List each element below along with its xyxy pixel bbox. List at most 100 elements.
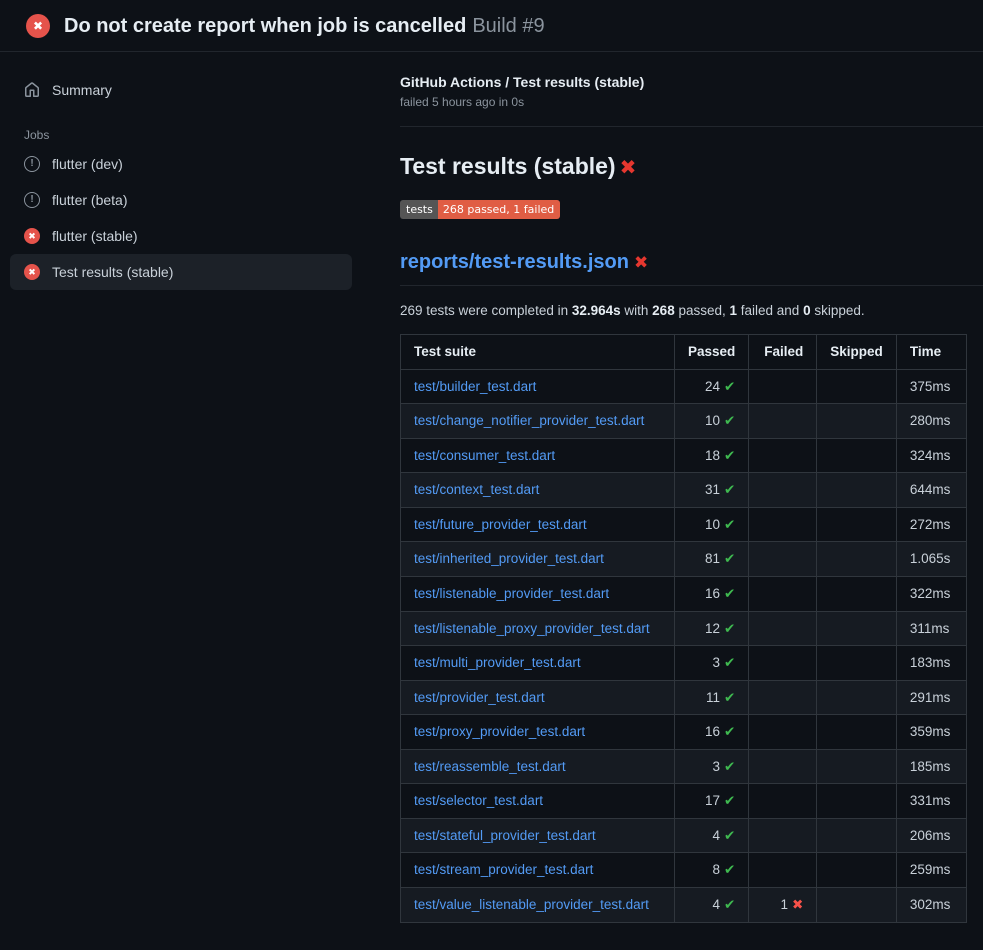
test-suite-link[interactable]: test/future_provider_test.dart [414, 517, 587, 532]
table-row: test/proxy_provider_test.dart16✔359ms [401, 715, 967, 750]
main-content: GitHub Actions / Test results (stable) f… [362, 52, 983, 923]
report-link[interactable]: reports/test-results.json [400, 251, 629, 273]
passed-cell: 4✔ [675, 818, 749, 853]
test-suite-link[interactable]: test/inherited_provider_test.dart [414, 551, 604, 566]
section-title-text: Test results (stable) [400, 153, 616, 179]
results-table-head: Test suitePassedFailedSkippedTime [401, 335, 967, 370]
passed-cell-count: 8 [712, 862, 720, 877]
skipped-cell [817, 818, 897, 853]
neutral-status-icon: ! [24, 156, 40, 172]
summary-passed-count: 268 [652, 303, 675, 318]
suite-cell: test/proxy_provider_test.dart [401, 715, 675, 750]
test-suite-link[interactable]: test/stream_provider_test.dart [414, 862, 593, 877]
divider [400, 126, 983, 127]
table-row: test/change_notifier_provider_test.dart1… [401, 404, 967, 439]
check-icon: ✔ [724, 448, 735, 463]
time-cell: 322ms [896, 576, 966, 611]
test-suite-link[interactable]: test/reassemble_test.dart [414, 759, 566, 774]
failed-cell [749, 611, 817, 646]
badge-label: tests [400, 200, 438, 219]
table-row: test/stream_provider_test.dart8✔259ms [401, 853, 967, 888]
check-icon: ✔ [724, 897, 735, 912]
section-title: Test results (stable)✖ [400, 153, 983, 180]
test-suite-link[interactable]: test/multi_provider_test.dart [414, 655, 581, 670]
test-suite-link[interactable]: test/provider_test.dart [414, 690, 545, 705]
test-suite-link[interactable]: test/listenable_proxy_provider_test.dart [414, 621, 650, 636]
test-suite-link[interactable]: test/context_test.dart [414, 482, 539, 497]
test-suite-link[interactable]: test/builder_test.dart [414, 379, 536, 394]
passed-cell-count: 16 [705, 586, 720, 601]
test-suite-link[interactable]: test/change_notifier_provider_test.dart [414, 413, 644, 428]
time-cell: 311ms [896, 611, 966, 646]
passed-cell: 4✔ [675, 888, 749, 923]
passed-cell: 18✔ [675, 438, 749, 473]
test-suite-link[interactable]: test/value_listenable_provider_test.dart [414, 897, 649, 912]
jobs-section-label: Jobs [24, 128, 352, 142]
check-run-page: ✖ Do not create report when job is cance… [0, 0, 983, 950]
sidebar-item-summary[interactable]: Summary [10, 72, 352, 108]
failed-cell [749, 680, 817, 715]
skipped-cell [817, 715, 897, 750]
summary-skipped-count: 0 [803, 303, 811, 318]
sidebar-item-label: Test results (stable) [52, 264, 173, 280]
x-glyph: ✖ [33, 19, 43, 33]
sidebar-item-flutter-beta[interactable]: ! flutter (beta) [10, 182, 352, 218]
suite-cell: test/multi_provider_test.dart [401, 646, 675, 681]
skipped-cell [817, 542, 897, 577]
sidebar-item-flutter-stable[interactable]: ✖ flutter (stable) [10, 218, 352, 254]
failed-cell [749, 369, 817, 404]
column-header-suite: Test suite [401, 335, 675, 370]
passed-cell: 12✔ [675, 611, 749, 646]
table-row: test/provider_test.dart11✔291ms [401, 680, 967, 715]
failed-cell-count: 1 [780, 897, 788, 912]
column-header-failed: Failed [749, 335, 817, 370]
skipped-cell [817, 438, 897, 473]
passed-cell-count: 12 [705, 621, 720, 636]
check-icon: ✔ [724, 862, 735, 877]
test-suite-link[interactable]: test/listenable_provider_test.dart [414, 586, 609, 601]
run-meta: failed 5 hours ago in 0s [400, 95, 983, 109]
summary-sentence: 269 tests were completed in 32.964s with… [400, 303, 983, 318]
table-row: test/stateful_provider_test.dart4✔206ms [401, 818, 967, 853]
summary-failed-count: 1 [730, 303, 738, 318]
column-header-passed: Passed [675, 335, 749, 370]
content-layout: Summary Jobs ! flutter (dev) ! flutter (… [0, 52, 983, 923]
failed-cell [749, 818, 817, 853]
passed-cell-count: 17 [705, 793, 720, 808]
badge-value: 268 passed, 1 failed [438, 200, 560, 219]
failed-cell [749, 473, 817, 508]
failed-status-icon: ✖ [24, 264, 40, 280]
run-title: Do not create report when job is cancell… [64, 15, 466, 37]
test-suite-link[interactable]: test/stateful_provider_test.dart [414, 828, 596, 843]
table-row: test/consumer_test.dart18✔324ms [401, 438, 967, 473]
check-icon: ✔ [724, 690, 735, 705]
suite-cell: test/builder_test.dart [401, 369, 675, 404]
test-suite-link[interactable]: test/proxy_provider_test.dart [414, 724, 585, 739]
passed-cell-count: 4 [712, 828, 720, 843]
skipped-cell [817, 507, 897, 542]
time-cell: 331ms [896, 784, 966, 819]
check-icon: ✔ [724, 551, 735, 566]
suite-cell: test/listenable_proxy_provider_test.dart [401, 611, 675, 646]
test-suite-link[interactable]: test/consumer_test.dart [414, 448, 555, 463]
skipped-cell [817, 646, 897, 681]
results-table: Test suitePassedFailedSkippedTime test/b… [400, 334, 967, 923]
passed-cell: 24✔ [675, 369, 749, 404]
sidebar-item-flutter-dev[interactable]: ! flutter (dev) [10, 146, 352, 182]
suite-cell: test/inherited_provider_test.dart [401, 542, 675, 577]
test-suite-link[interactable]: test/selector_test.dart [414, 793, 543, 808]
sidebar-item-test-results-stable[interactable]: ✖ Test results (stable) [10, 254, 352, 290]
suite-cell: test/context_test.dart [401, 473, 675, 508]
check-icon: ✔ [724, 586, 735, 601]
results-table-body: test/builder_test.dart24✔375mstest/chang… [401, 369, 967, 922]
failed-status-icon: ✖ [24, 228, 40, 244]
home-icon [24, 82, 40, 98]
skipped-cell [817, 611, 897, 646]
passed-cell: 81✔ [675, 542, 749, 577]
failed-cell [749, 507, 817, 542]
suite-cell: test/stateful_provider_test.dart [401, 818, 675, 853]
skipped-cell [817, 369, 897, 404]
time-cell: 375ms [896, 369, 966, 404]
skipped-cell [817, 473, 897, 508]
passed-cell-count: 3 [712, 759, 720, 774]
